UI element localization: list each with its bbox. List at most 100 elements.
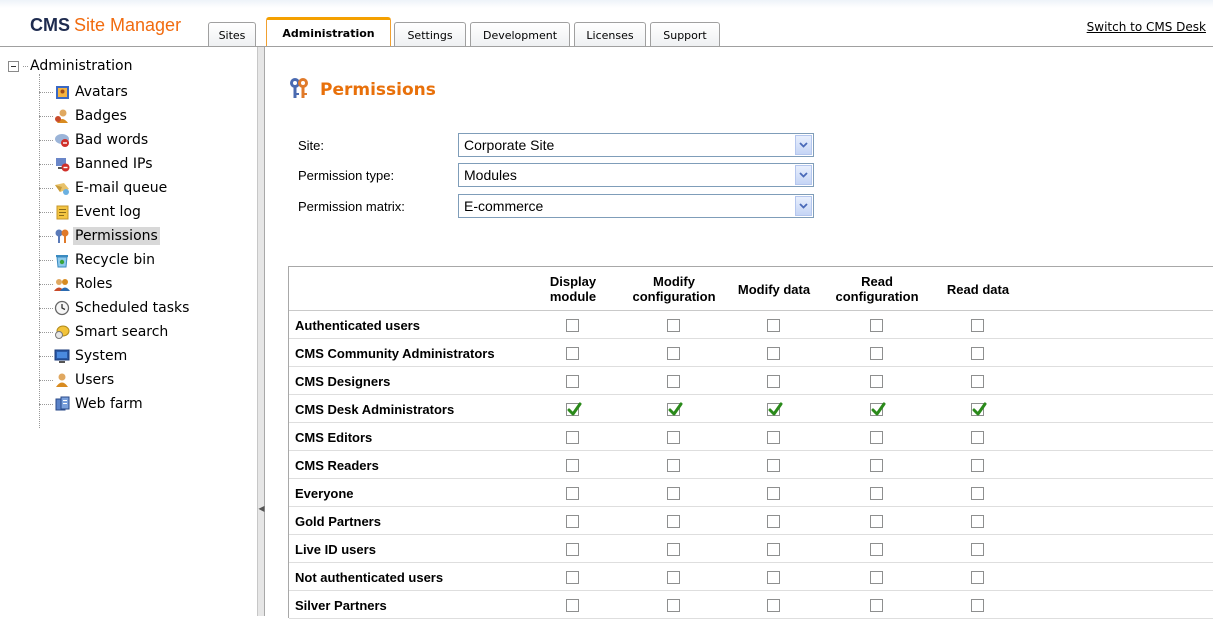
sidebar-item-web-farm[interactable]: Web farm <box>39 394 145 414</box>
permission-checkbox[interactable] <box>667 459 680 472</box>
tab-settings[interactable]: Settings <box>394 22 466 47</box>
sidebar-item-avatars[interactable]: Avatars <box>39 82 130 102</box>
permission-checkbox[interactable] <box>971 487 984 500</box>
tab-administration[interactable]: Administration <box>266 17 391 47</box>
permission-checkbox[interactable] <box>566 543 579 556</box>
permission-checkbox[interactable] <box>870 487 883 500</box>
pane-splitter[interactable]: ◀ <box>258 47 265 616</box>
permission-checkbox[interactable] <box>870 402 886 416</box>
tree-root-administration[interactable]: Administration <box>8 58 132 74</box>
sidebar-item-bad-words[interactable]: Bad words <box>39 130 150 150</box>
checkmark-icon <box>668 402 683 416</box>
chevron-down-icon[interactable] <box>795 196 812 216</box>
permission-checkbox[interactable] <box>971 402 987 416</box>
permission-checkbox[interactable] <box>767 487 780 500</box>
permission-checkbox[interactable] <box>667 571 680 584</box>
permission-checkbox[interactable] <box>971 319 984 332</box>
collapse-arrow-icon[interactable]: ◀ <box>258 499 264 517</box>
permission-checkbox[interactable] <box>767 402 783 416</box>
permission-checkbox[interactable] <box>566 319 579 332</box>
sidebar-item-smart-search[interactable]: Smart search <box>39 322 170 342</box>
permission-checkbox[interactable] <box>870 431 883 444</box>
permission-checkbox[interactable] <box>667 319 680 332</box>
permission-checkbox[interactable] <box>870 347 883 360</box>
site-select[interactable]: Corporate Site <box>458 133 814 157</box>
permission-checkbox[interactable] <box>767 319 780 332</box>
sidebar-item-badges[interactable]: Badges <box>39 106 129 126</box>
permission-checkbox[interactable] <box>870 543 883 556</box>
checkmark-icon <box>567 402 582 416</box>
sidebar-item-users[interactable]: Users <box>39 370 116 390</box>
tab-sites[interactable]: Sites <box>208 22 256 47</box>
permission-checkbox[interactable] <box>767 543 780 556</box>
permission-checkbox[interactable] <box>971 543 984 556</box>
permission-checkbox[interactable] <box>971 599 984 612</box>
permission-checkbox[interactable] <box>870 515 883 528</box>
table-row: CMS Desk Administrators <box>289 395 1213 423</box>
permission-checkbox[interactable] <box>667 431 680 444</box>
permission-checkbox[interactable] <box>971 375 984 388</box>
permission-checkbox[interactable] <box>767 599 780 612</box>
permission-checkbox[interactable] <box>667 487 680 500</box>
sidebar-item-roles[interactable]: Roles <box>39 274 114 294</box>
permission-checkbox[interactable] <box>667 375 680 388</box>
permission-checkbox[interactable] <box>767 431 780 444</box>
sidebar-item-event-log[interactable]: Event log <box>39 202 143 222</box>
sidebar-item-permissions[interactable]: Permissions <box>39 226 160 246</box>
permission-checkbox[interactable] <box>767 347 780 360</box>
permission-checkbox[interactable] <box>971 347 984 360</box>
sidebar-item-scheduled-tasks[interactable]: Scheduled tasks <box>39 298 191 318</box>
tab-support[interactable]: Support <box>650 22 720 47</box>
permission-checkbox[interactable] <box>667 599 680 612</box>
email-queue-icon <box>54 180 70 196</box>
permission-checkbox[interactable] <box>971 571 984 584</box>
switch-to-cms-desk-link[interactable]: Switch to CMS Desk <box>1087 20 1206 34</box>
permission-checkbox[interactable] <box>667 515 680 528</box>
sidebar-item-recycle-bin[interactable]: Recycle bin <box>39 250 157 270</box>
sidebar-item-label: Web farm <box>75 396 143 412</box>
permission-type-select[interactable]: Modules <box>458 163 814 187</box>
permission-checkbox[interactable] <box>566 347 579 360</box>
permission-checkbox[interactable] <box>566 459 579 472</box>
permission-checkbox[interactable] <box>870 571 883 584</box>
sidebar-item-system[interactable]: System <box>39 346 129 366</box>
sidebar-item-email-queue[interactable]: E-mail queue <box>39 178 169 198</box>
permission-checkbox[interactable] <box>566 571 579 584</box>
collapse-icon[interactable] <box>8 60 19 72</box>
sidebar-item-banned-ips[interactable]: Banned IPs <box>39 154 155 174</box>
permission-checkbox[interactable] <box>566 487 579 500</box>
event-log-icon <box>54 204 70 220</box>
sidebar-item-label: Roles <box>75 276 113 292</box>
tab-development[interactable]: Development <box>470 22 570 47</box>
permission-checkbox[interactable] <box>667 347 680 360</box>
permission-checkbox[interactable] <box>767 375 780 388</box>
permission-checkbox[interactable] <box>971 515 984 528</box>
permission-checkbox[interactable] <box>767 515 780 528</box>
permission-checkbox[interactable] <box>767 459 780 472</box>
role-name: CMS Community Administrators <box>295 345 495 361</box>
users-icon <box>54 372 70 388</box>
permission-checkbox[interactable] <box>971 459 984 472</box>
permission-checkbox[interactable] <box>667 402 683 416</box>
permission-matrix-select[interactable]: E-commerce <box>458 194 814 218</box>
permission-checkbox[interactable] <box>566 431 579 444</box>
permission-checkbox[interactable] <box>767 571 780 584</box>
tab-licenses[interactable]: Licenses <box>574 22 646 47</box>
permission-checkbox[interactable] <box>870 459 883 472</box>
chevron-down-icon[interactable] <box>795 165 812 185</box>
permission-checkbox[interactable] <box>971 431 984 444</box>
permission-checkbox[interactable] <box>566 375 579 388</box>
permission-checkbox[interactable] <box>566 515 579 528</box>
permission-checkbox[interactable] <box>667 543 680 556</box>
permission-checkbox[interactable] <box>870 599 883 612</box>
role-name: Authenticated users <box>295 317 420 333</box>
recycle-bin-icon <box>54 252 70 268</box>
app-logo[interactable]: CMS Site Manager <box>30 15 181 36</box>
table-row: Authenticated users <box>289 311 1213 339</box>
permission-checkbox[interactable] <box>870 319 883 332</box>
permission-checkbox[interactable] <box>870 375 883 388</box>
chevron-down-icon[interactable] <box>795 135 812 155</box>
column-header: Modify data <box>737 281 811 297</box>
permission-checkbox[interactable] <box>566 402 582 416</box>
permission-checkbox[interactable] <box>566 599 579 612</box>
